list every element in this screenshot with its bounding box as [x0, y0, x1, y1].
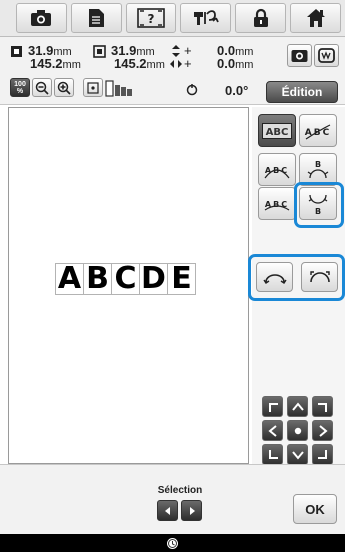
- arc-decrease-icon: [262, 274, 287, 284]
- scan-camera-button[interactable]: [287, 44, 312, 67]
- circle-bottom-text-label: B: [315, 207, 321, 216]
- corner-up-right-icon: [317, 402, 327, 412]
- zoom-in-button[interactable]: [54, 78, 74, 97]
- home-button[interactable]: [290, 3, 341, 33]
- zoom-out-button[interactable]: [32, 78, 52, 97]
- size-height-value: 145.2mm: [30, 56, 81, 71]
- arc-down-layout-button[interactable]: ABC: [258, 187, 296, 220]
- camera-icon: [31, 10, 52, 26]
- top-toolbar: ?: [0, 0, 345, 37]
- straight-text-label: ABC: [266, 127, 289, 138]
- arc-up-text-icon: ABC: [264, 166, 290, 178]
- vertical-offset-icon: [172, 45, 180, 57]
- selection-height-value: 145.2mm: [114, 56, 165, 71]
- straight-text-icon: ABC: [262, 122, 292, 139]
- zoom-100-button[interactable]: 100%: [10, 78, 30, 97]
- circle-top-text-icon: B: [307, 160, 329, 178]
- pattern-letter[interactable]: A: [55, 263, 84, 295]
- needle-thread-button[interactable]: [180, 3, 232, 33]
- help-icon: ?: [137, 8, 165, 28]
- straight-layout-button[interactable]: ABC: [258, 114, 296, 147]
- page-button[interactable]: [70, 3, 122, 33]
- home-icon: [306, 9, 325, 27]
- move-left-button[interactable]: [262, 420, 283, 441]
- status-bar: [0, 534, 345, 552]
- arc-decrease-button[interactable]: [256, 262, 293, 292]
- staircase-layout-button[interactable]: ABC: [299, 114, 337, 147]
- corner-up-left-icon: [268, 402, 278, 412]
- pattern-letter[interactable]: C: [111, 263, 140, 295]
- selection-label: Sélection: [157, 485, 203, 496]
- ok-button[interactable]: OK: [293, 494, 337, 524]
- corner-down-right-icon: [317, 449, 327, 459]
- move-right-button[interactable]: [312, 420, 333, 441]
- arc-down-text-label: ABC: [265, 200, 289, 209]
- clock-icon: [167, 537, 178, 549]
- camera-scan-icon: [291, 50, 308, 62]
- hoop-icon: [318, 48, 335, 63]
- text-pattern[interactable]: A B C D E: [55, 263, 196, 295]
- arc-up-text-label: ABC: [265, 166, 289, 175]
- horizontal-offset-icon: [170, 60, 182, 68]
- selection-frame-icon: [93, 45, 106, 58]
- triangle-left-icon: [164, 506, 170, 515]
- arc-down-text-icon: ABC: [264, 200, 290, 211]
- help-button[interactable]: ?: [125, 3, 177, 33]
- arc-increase-icon: [309, 271, 330, 283]
- thread-spools-icon: [105, 79, 132, 97]
- lock-icon: [253, 8, 268, 27]
- edit-button[interactable]: Édition: [266, 81, 338, 103]
- horizontal-plus-sign: +: [184, 56, 192, 71]
- move-center-button[interactable]: [287, 420, 308, 441]
- circle-bottom-layout-button[interactable]: B: [299, 187, 337, 220]
- zoom-in-icon: [57, 81, 71, 95]
- page-icon: [89, 9, 105, 27]
- move-down-right-button[interactable]: [312, 444, 333, 465]
- move-icon: [87, 81, 99, 94]
- camera-button[interactable]: [16, 3, 67, 33]
- move-up-left-button[interactable]: [262, 396, 283, 417]
- needle-thread-icon: [193, 10, 219, 25]
- corner-down-left-icon: [268, 449, 278, 459]
- move-down-button[interactable]: [287, 444, 308, 465]
- rotation-icon: [186, 84, 198, 96]
- zoom-unit-label: %: [16, 87, 24, 95]
- circle-top-text-label: B: [315, 160, 321, 169]
- pattern-letter[interactable]: B: [83, 263, 112, 295]
- zoom-out-icon: [35, 81, 49, 95]
- lock-button[interactable]: [235, 3, 287, 33]
- move-up-right-button[interactable]: [312, 396, 333, 417]
- arrow-down-icon: [291, 450, 304, 460]
- circle-bottom-text-icon: B: [308, 194, 328, 216]
- arc-up-layout-button[interactable]: ABC: [258, 153, 296, 186]
- pattern-letter[interactable]: E: [167, 263, 196, 295]
- angle-value: 0.0°: [225, 83, 249, 98]
- size-frame-icon: [11, 46, 22, 57]
- thread-spool-button[interactable]: [105, 78, 133, 97]
- arrow-left-icon: [267, 424, 277, 437]
- zoom-100-label: 100: [14, 80, 26, 88]
- pattern-letter[interactable]: D: [139, 263, 168, 295]
- move-up-button[interactable]: [287, 396, 308, 417]
- arrow-right-icon: [318, 424, 328, 437]
- svg-text:?: ?: [148, 12, 155, 26]
- select-previous-button[interactable]: [157, 500, 178, 521]
- move-down-left-button[interactable]: [262, 444, 283, 465]
- arc-increase-button[interactable]: [301, 262, 338, 292]
- stair-text-icon: ABC: [305, 123, 331, 139]
- select-next-button[interactable]: [181, 500, 202, 521]
- embroidery-frame-button[interactable]: [314, 44, 339, 67]
- center-dot-icon: [294, 427, 301, 434]
- arrow-up-icon: [291, 401, 304, 411]
- triangle-right-icon: [189, 506, 195, 515]
- pan-button[interactable]: [83, 78, 103, 97]
- horizontal-offset-value: 0.0mm: [217, 56, 254, 71]
